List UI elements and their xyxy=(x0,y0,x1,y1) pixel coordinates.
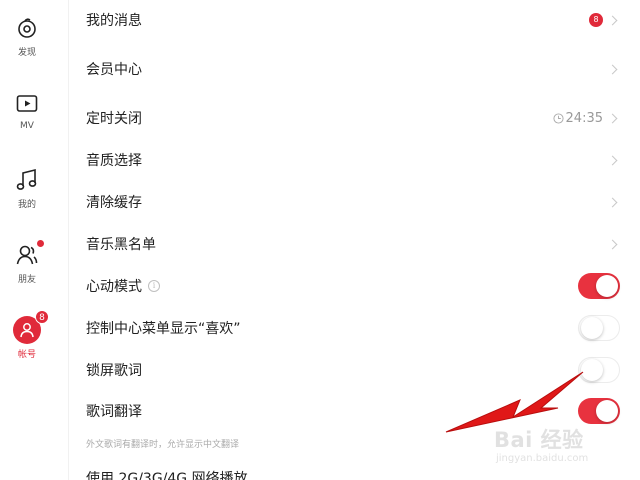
netease-music-icon xyxy=(13,14,41,42)
setting-lockscreen-lyrics: 锁屏歌词 xyxy=(86,355,620,385)
setting-cellular-playback[interactable]: 使用 2G/3G/4G 网络播放 xyxy=(86,468,248,480)
chevron-right-icon xyxy=(607,64,618,74)
clock-icon xyxy=(552,112,564,124)
nav-label: 帐号 xyxy=(17,350,36,360)
control-center-like-toggle[interactable] xyxy=(578,315,620,341)
timer-text: 24:35 xyxy=(565,110,603,126)
nav-label: 我的 xyxy=(17,200,36,210)
music-note-icon xyxy=(13,166,41,194)
nav-badge: 8 xyxy=(35,310,49,324)
heartbeat-mode-toggle[interactable] xyxy=(578,273,620,299)
setting-audio-quality[interactable]: 音质选择 xyxy=(86,145,620,175)
lockscreen-lyrics-toggle[interactable] xyxy=(578,357,620,383)
message-count-badge: 8 xyxy=(589,13,603,27)
setting-vip-center[interactable]: 会员中心 xyxy=(86,54,620,84)
chevron-right-icon xyxy=(607,155,618,165)
nav-mv[interactable]: MV xyxy=(0,90,54,131)
lyrics-translation-note: 外文歌词有翻译时，允许显示中文翻译 xyxy=(86,440,240,450)
friends-icon xyxy=(13,240,44,269)
video-play-icon xyxy=(13,90,41,118)
setting-label: 清除缓存 xyxy=(86,195,142,211)
account-icon: 8 xyxy=(13,310,49,344)
setting-music-blacklist[interactable]: 音乐黑名单 xyxy=(86,229,620,259)
notification-dot xyxy=(37,240,44,247)
info-icon[interactable]: i xyxy=(148,280,160,292)
setting-label: 会员中心 xyxy=(86,62,142,78)
sidebar-nav: 发现 MV 我的 朋友 8 帐号 xyxy=(0,0,54,480)
nav-mine[interactable]: 我的 xyxy=(0,166,54,210)
nav-label: 发现 xyxy=(17,48,36,58)
baidu-jingyan-watermark: Bai 经验 jingyan.baidu.com xyxy=(494,424,624,476)
sidebar-divider xyxy=(68,0,69,480)
setting-label: 歌词翻译 xyxy=(86,404,142,420)
setting-label: 音质选择 xyxy=(86,153,142,169)
setting-control-center-like: 控制中心菜单显示“喜欢” xyxy=(86,313,620,343)
setting-label: 音乐黑名单 xyxy=(86,237,156,253)
setting-label: 定时关闭 xyxy=(86,111,142,127)
setting-label: 锁屏歌词 xyxy=(86,363,142,379)
timer-value: 24:35 xyxy=(552,110,603,126)
nav-friends[interactable]: 朋友 xyxy=(0,240,54,285)
setting-clear-cache[interactable]: 清除缓存 xyxy=(86,187,620,217)
watermark-brand: Bai 经验 xyxy=(494,428,584,452)
nav-label: MV xyxy=(20,121,34,131)
nav-account[interactable]: 8 帐号 xyxy=(0,310,54,360)
setting-sleep-timer[interactable]: 定时关闭 24:35 xyxy=(86,103,620,133)
setting-label: 控制中心菜单显示“喜欢” xyxy=(86,321,241,337)
nav-discover[interactable]: 发现 xyxy=(0,14,54,58)
chevron-right-icon xyxy=(607,197,618,207)
setting-label: 心动模式 xyxy=(86,279,142,295)
setting-lyrics-translation: 歌词翻译 xyxy=(86,396,620,426)
chevron-right-icon xyxy=(607,113,618,123)
chevron-right-icon xyxy=(607,15,618,25)
setting-label: 我的消息 xyxy=(86,13,142,29)
lyrics-translation-toggle[interactable] xyxy=(578,398,620,424)
setting-my-messages[interactable]: 我的消息 8 xyxy=(86,5,620,35)
watermark-url: jingyan.baidu.com xyxy=(496,453,589,464)
chevron-right-icon xyxy=(607,239,618,249)
setting-heartbeat-mode: 心动模式 i xyxy=(86,271,620,301)
nav-label: 朋友 xyxy=(17,275,36,285)
